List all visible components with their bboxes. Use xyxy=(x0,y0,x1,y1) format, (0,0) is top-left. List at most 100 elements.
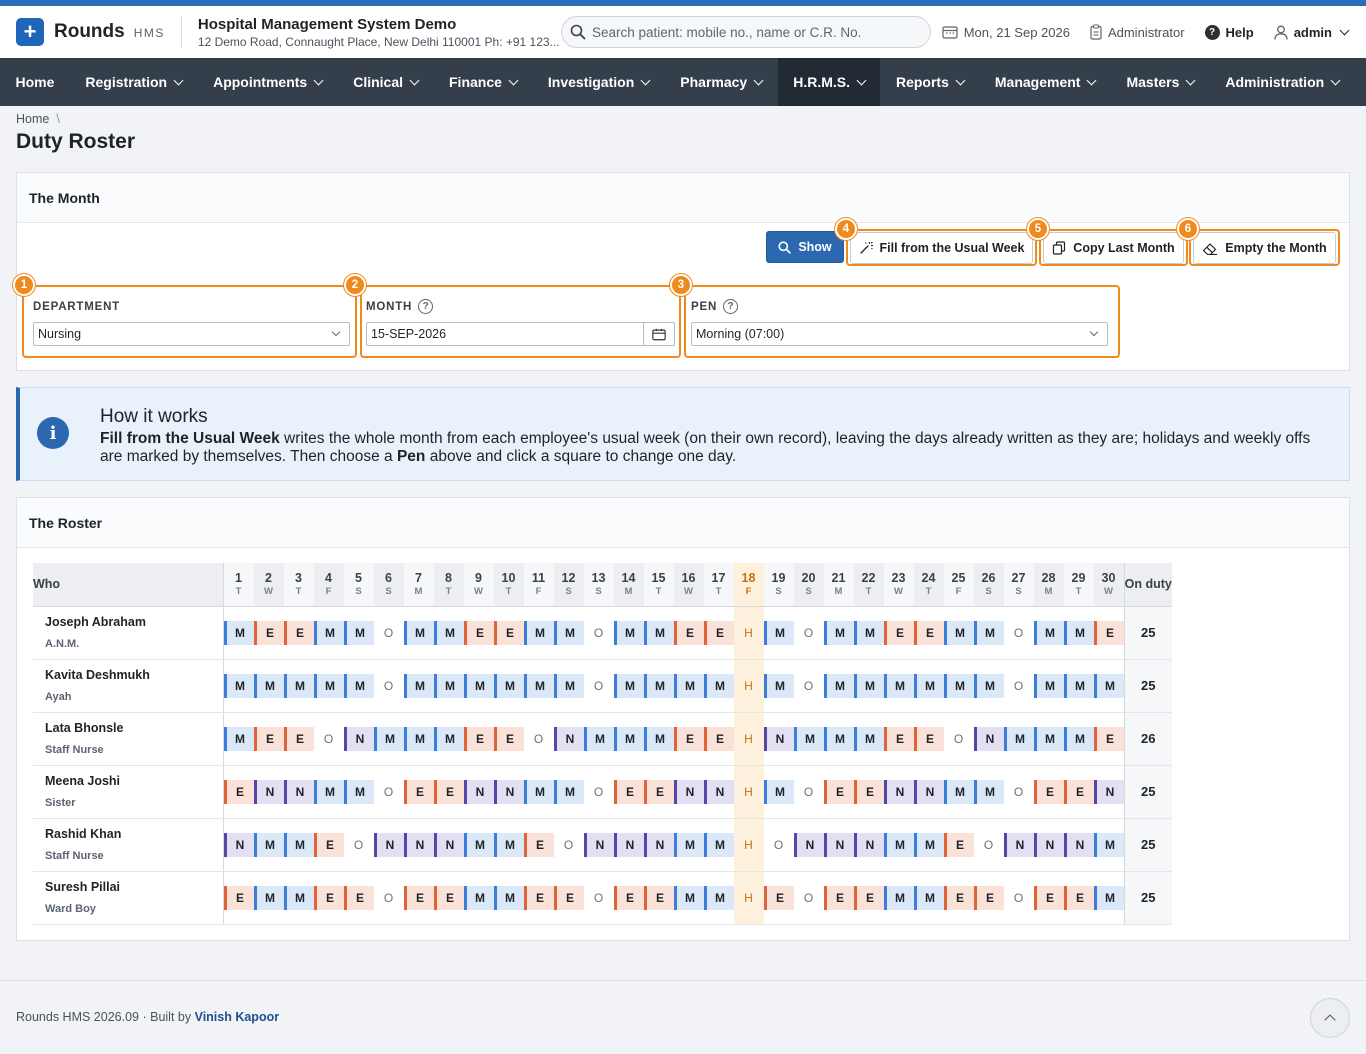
shift-square[interactable]: O xyxy=(374,886,404,910)
shift-square[interactable]: M xyxy=(793,726,824,751)
shift-square[interactable]: M xyxy=(403,726,434,751)
shift-square[interactable]: E xyxy=(1093,726,1124,751)
roster-day-cell[interactable]: O xyxy=(763,818,794,872)
shift-square[interactable]: M xyxy=(583,726,614,751)
shift-square[interactable]: M xyxy=(1063,726,1094,751)
roster-day-cell[interactable]: E xyxy=(613,871,644,925)
shift-square[interactable]: M xyxy=(433,726,464,751)
shift-square[interactable]: E xyxy=(343,885,374,910)
roster-day-cell[interactable]: M xyxy=(1063,606,1094,660)
shift-square[interactable]: M xyxy=(943,779,974,804)
shift-square[interactable]: O xyxy=(374,780,404,804)
shift-square[interactable]: M xyxy=(1063,620,1094,645)
roster-day-cell[interactable]: E xyxy=(1063,765,1094,819)
roster-day-cell[interactable]: E xyxy=(703,712,734,766)
roster-day-cell[interactable]: M xyxy=(613,712,644,766)
roster-day-cell[interactable]: O xyxy=(943,712,974,766)
shift-square[interactable]: H xyxy=(734,886,764,910)
calendar-picker-button[interactable] xyxy=(643,323,674,345)
roster-day-cell[interactable]: M xyxy=(463,818,494,872)
shift-square[interactable]: N xyxy=(913,779,944,804)
shift-square[interactable]: E xyxy=(1063,885,1094,910)
empty-month-button[interactable]: Empty the Month xyxy=(1193,232,1336,264)
roster-day-cell[interactable]: N xyxy=(643,818,674,872)
roster-day-cell[interactable]: M xyxy=(913,871,944,925)
roster-day-cell[interactable]: M xyxy=(823,606,854,660)
roster-day-cell[interactable]: N xyxy=(973,712,1004,766)
shift-square[interactable]: M xyxy=(313,673,344,698)
roster-day-cell[interactable]: M xyxy=(553,765,584,819)
roster-day-cell[interactable]: M xyxy=(223,712,254,766)
roster-day-cell[interactable]: N xyxy=(883,765,914,819)
shift-square[interactable]: E xyxy=(493,726,524,751)
roster-day-cell[interactable]: M xyxy=(823,659,854,713)
shift-square[interactable]: H xyxy=(734,674,764,698)
shift-square[interactable]: H xyxy=(734,833,764,857)
shift-square[interactable]: M xyxy=(343,779,374,804)
user-menu[interactable]: admin xyxy=(1274,25,1350,40)
shift-square[interactable]: E xyxy=(703,726,734,751)
roster-day-cell[interactable]: E xyxy=(913,712,944,766)
shift-square[interactable]: E xyxy=(673,620,704,645)
roster-day-cell[interactable]: M xyxy=(283,871,314,925)
shift-square[interactable]: E xyxy=(283,726,314,751)
shift-square[interactable]: E xyxy=(943,832,974,857)
shift-square[interactable]: N xyxy=(433,832,464,857)
roster-day-cell[interactable]: E xyxy=(1093,712,1124,766)
roster-day-cell[interactable]: N xyxy=(553,712,584,766)
roster-day-cell[interactable]: O xyxy=(343,818,374,872)
roster-day-cell[interactable]: M xyxy=(853,659,884,713)
roster-day-cell[interactable]: E xyxy=(943,818,974,872)
shift-square[interactable]: M xyxy=(973,620,1004,645)
roster-day-cell[interactable]: E xyxy=(613,765,644,819)
shift-square[interactable]: N xyxy=(253,779,284,804)
shift-square[interactable]: E xyxy=(973,885,1004,910)
roster-day-cell[interactable]: E xyxy=(673,606,704,660)
shift-square[interactable]: M xyxy=(1093,885,1124,910)
roster-day-cell[interactable]: E xyxy=(523,818,554,872)
roster-day-cell[interactable]: H xyxy=(733,765,764,819)
roster-day-cell[interactable]: N xyxy=(343,712,374,766)
roster-day-cell[interactable]: M xyxy=(793,712,824,766)
shift-square[interactable]: M xyxy=(433,620,464,645)
shift-square[interactable]: E xyxy=(433,779,464,804)
search-input[interactable] xyxy=(592,24,912,40)
roster-day-cell[interactable]: M xyxy=(253,818,284,872)
shift-square[interactable]: M xyxy=(973,673,1004,698)
roster-day-cell[interactable]: E xyxy=(1063,871,1094,925)
roster-day-cell[interactable]: E xyxy=(463,606,494,660)
shift-square[interactable]: M xyxy=(403,620,434,645)
department-select[interactable]: Nursing xyxy=(33,322,350,346)
shift-square[interactable]: M xyxy=(823,673,854,698)
roster-day-cell[interactable]: O xyxy=(553,818,584,872)
shift-square[interactable]: M xyxy=(253,832,284,857)
roster-day-cell[interactable]: E xyxy=(823,765,854,819)
roster-day-cell[interactable]: M xyxy=(673,818,704,872)
shift-square[interactable]: E xyxy=(913,620,944,645)
roster-day-cell[interactable]: M xyxy=(313,606,344,660)
shift-square[interactable]: M xyxy=(973,779,1004,804)
roster-day-cell[interactable]: N xyxy=(253,765,284,819)
roster-day-cell[interactable]: E xyxy=(763,871,794,925)
roster-day-cell[interactable]: M xyxy=(763,765,794,819)
roster-day-cell[interactable]: M xyxy=(223,606,254,660)
roster-day-cell[interactable]: M xyxy=(463,659,494,713)
shift-square[interactable]: M xyxy=(1003,726,1034,751)
shift-square[interactable]: E xyxy=(853,779,884,804)
shift-square[interactable]: M xyxy=(493,673,524,698)
shift-square[interactable]: E xyxy=(313,885,344,910)
nav-item-home[interactable]: Home xyxy=(0,58,70,106)
shift-square[interactable]: H xyxy=(734,780,764,804)
shift-square[interactable]: M xyxy=(463,673,494,698)
shift-square[interactable]: N xyxy=(643,832,674,857)
roster-day-cell[interactable]: M xyxy=(823,712,854,766)
shift-square[interactable]: M xyxy=(1093,832,1124,857)
roster-day-cell[interactable]: N xyxy=(1033,818,1064,872)
roster-day-cell[interactable]: O xyxy=(1003,871,1034,925)
roster-day-cell[interactable]: H xyxy=(733,659,764,713)
shift-square[interactable]: O xyxy=(1004,886,1034,910)
shift-square[interactable]: E xyxy=(403,885,434,910)
shift-square[interactable]: O xyxy=(794,780,824,804)
roster-day-cell[interactable]: E xyxy=(853,871,884,925)
nav-item-reports[interactable]: Reports xyxy=(880,58,979,106)
